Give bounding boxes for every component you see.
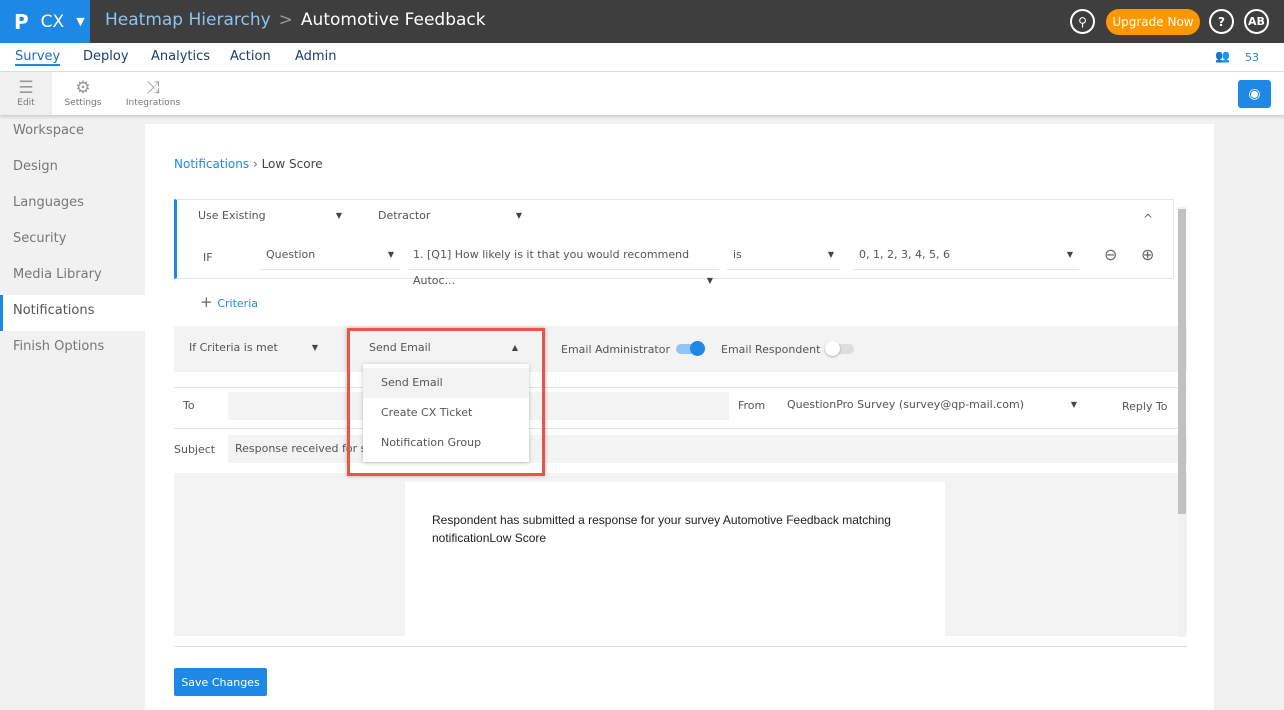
page-breadcrumb: Notifications › Low Score	[174, 157, 323, 171]
highlight-box	[347, 328, 545, 476]
add-criteria-button[interactable]: + Criteria	[200, 293, 258, 311]
collapse-chevron-icon[interactable]: ^	[1143, 212, 1153, 226]
breadcrumb: Heatmap Hierarchy > Automotive Feedback	[105, 10, 486, 30]
values-dropdown[interactable]: 0, 1, 2, 3, 4, 5, 6 ▼	[853, 242, 1079, 270]
logo-icon: P	[14, 9, 29, 34]
divider	[174, 646, 1187, 647]
integrations-label: Integrations	[125, 98, 181, 108]
to-label: To	[183, 399, 195, 412]
subject-label: Subject	[174, 443, 216, 456]
nav-action[interactable]: Action	[230, 49, 271, 64]
search-icon[interactable]: ⚲	[1070, 9, 1095, 34]
product-name: CX	[40, 11, 65, 32]
scrollbar[interactable]	[1178, 207, 1186, 637]
plus-icon: +	[200, 293, 218, 311]
upgrade-now-button[interactable]: Upgrade Now	[1106, 9, 1200, 35]
sidebar-item-workspace[interactable]: Workspace	[0, 115, 145, 151]
settings-tool[interactable]: ⚙ Settings	[58, 72, 108, 115]
question-dropdown[interactable]: 1. [Q1] How likely is it that you would …	[409, 242, 719, 287]
use-existing-dropdown[interactable]: Use Existing ▼	[198, 203, 348, 231]
email-respondent-label: Email Respondent	[721, 343, 821, 356]
main-nav: Survey Deploy Analytics Action Admin 👥 5…	[0, 43, 1284, 72]
breadcrumb-current: Low Score	[261, 157, 323, 171]
integrations-tool[interactable]: ⤨ Integrations	[122, 72, 184, 115]
preview-eye-icon[interactable]: ◉	[1238, 80, 1271, 108]
email-respondent-toggle[interactable]	[825, 341, 854, 356]
from-label: From	[738, 399, 766, 412]
settings-label: Settings	[64, 98, 102, 108]
condition-dropdown[interactable]: If Criteria is met ▼	[189, 335, 324, 363]
users-icon: 👥	[1215, 49, 1230, 63]
caret-down-icon: ▼	[76, 15, 85, 28]
survey-title: Automotive Feedback	[300, 10, 486, 30]
nav-deploy[interactable]: Deploy	[83, 49, 129, 64]
reply-to-link[interactable]: Reply To	[1122, 400, 1168, 413]
sidebar: Workspace Design Languages Security Medi…	[0, 115, 145, 367]
sidebar-item-security[interactable]: Security	[0, 223, 145, 259]
edit-label: Edit	[17, 98, 35, 108]
breadcrumb-notifications[interactable]: Notifications	[174, 157, 249, 171]
operator-dropdown[interactable]: is ▼	[727, 242, 840, 270]
divider	[174, 387, 1187, 388]
sidebar-item-finish-options[interactable]: Finish Options	[0, 331, 145, 367]
sidebar-item-languages[interactable]: Languages	[0, 187, 145, 223]
sidebar-item-notifications[interactable]: Notifications	[0, 295, 145, 331]
sidebar-item-design[interactable]: Design	[0, 151, 145, 187]
shuffle-icon: ⤨	[146, 78, 160, 98]
if-label: IF	[203, 251, 213, 264]
user-count[interactable]: 53	[1245, 51, 1259, 64]
from-dropdown[interactable]: QuestionPro Survey (survey@qp-mail.com) ▼	[787, 392, 1083, 420]
sidebar-item-media-library[interactable]: Media Library	[0, 259, 145, 295]
segment-dropdown[interactable]: Detractor ▼	[378, 203, 528, 231]
gear-icon: ⚙	[75, 78, 91, 98]
save-changes-button[interactable]: Save Changes	[174, 668, 267, 696]
toolbar: ☰ Edit ⚙ Settings ⤨ Integrations	[0, 72, 1284, 115]
divider	[174, 428, 1187, 429]
breadcrumb-parent[interactable]: Heatmap Hierarchy	[105, 10, 271, 30]
email-admin-label: Email Administrator	[561, 343, 671, 356]
nav-survey[interactable]: Survey	[15, 49, 61, 66]
nav-admin[interactable]: Admin	[295, 49, 336, 64]
help-icon[interactable]: ?	[1209, 9, 1234, 34]
email-admin-toggle[interactable]	[676, 341, 705, 356]
remove-criteria-icon[interactable]: ⊖	[1104, 245, 1117, 264]
field-dropdown[interactable]: Question ▼	[260, 242, 400, 270]
email-body[interactable]: Respondent has submitted a response for …	[405, 482, 945, 636]
breadcrumb-separator: >	[278, 10, 293, 30]
avatar[interactable]: AB	[1244, 9, 1269, 34]
edit-icon: ☰	[18, 78, 34, 98]
edit-tool[interactable]: ☰ Edit	[0, 72, 52, 115]
add-row-icon[interactable]: ⊕	[1141, 245, 1154, 264]
nav-analytics[interactable]: Analytics	[151, 49, 210, 64]
product-switcher[interactable]: P CX ▼	[0, 0, 90, 43]
